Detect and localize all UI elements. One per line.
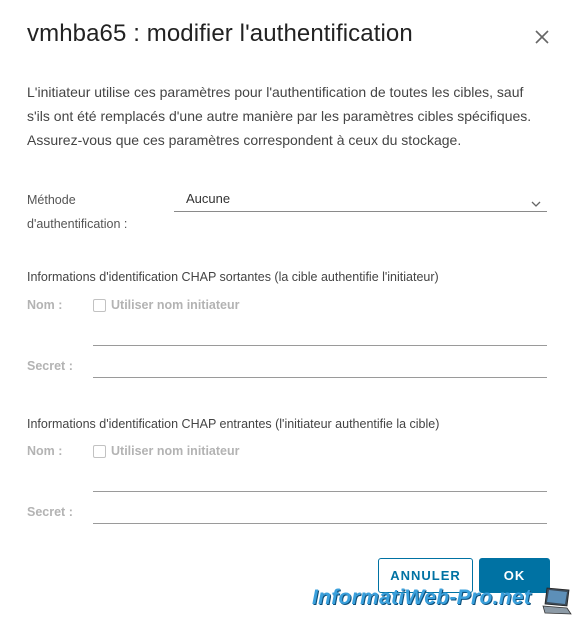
outgoing-use-initiator-label: Utiliser nom initiateur — [111, 298, 240, 312]
auth-method-select[interactable]: Aucune — [174, 189, 547, 212]
incoming-chap-heading: Informations d'identification CHAP entra… — [27, 417, 440, 431]
incoming-secret-input[interactable] — [93, 523, 547, 524]
auth-method-label-line2: d'authentification : — [27, 217, 128, 231]
incoming-secret-label: Secret : — [27, 505, 73, 519]
outgoing-name-input[interactable] — [93, 345, 547, 346]
incoming-name-input[interactable] — [93, 491, 547, 492]
incoming-use-initiator-label: Utiliser nom initiateur — [111, 444, 240, 458]
outgoing-chap-heading: Informations d'identification CHAP sorta… — [27, 270, 439, 284]
outgoing-use-initiator-checkbox[interactable] — [93, 299, 106, 312]
chevron-down-icon — [531, 195, 541, 207]
dialog-description: L'initiateur utilise ces paramètres pour… — [27, 84, 532, 148]
close-icon[interactable] — [530, 25, 554, 49]
outgoing-secret-label: Secret : — [27, 359, 73, 373]
auth-method-value: Aucune — [186, 191, 231, 206]
edit-authentication-dialog: vmhba65 : modifier l'authentification L'… — [0, 0, 574, 617]
outgoing-secret-input[interactable] — [93, 377, 547, 378]
outgoing-name-label: Nom : — [27, 298, 63, 312]
incoming-use-initiator-checkbox[interactable] — [93, 445, 106, 458]
incoming-name-label: Nom : — [27, 444, 63, 458]
dialog-title: vmhba65 : modifier l'authentification — [27, 20, 413, 47]
watermark-text: InformatiWeb-Pro.net — [312, 586, 532, 609]
auth-method-label-line1: Méthode — [27, 193, 76, 207]
laptop-logo-icon — [541, 586, 573, 616]
